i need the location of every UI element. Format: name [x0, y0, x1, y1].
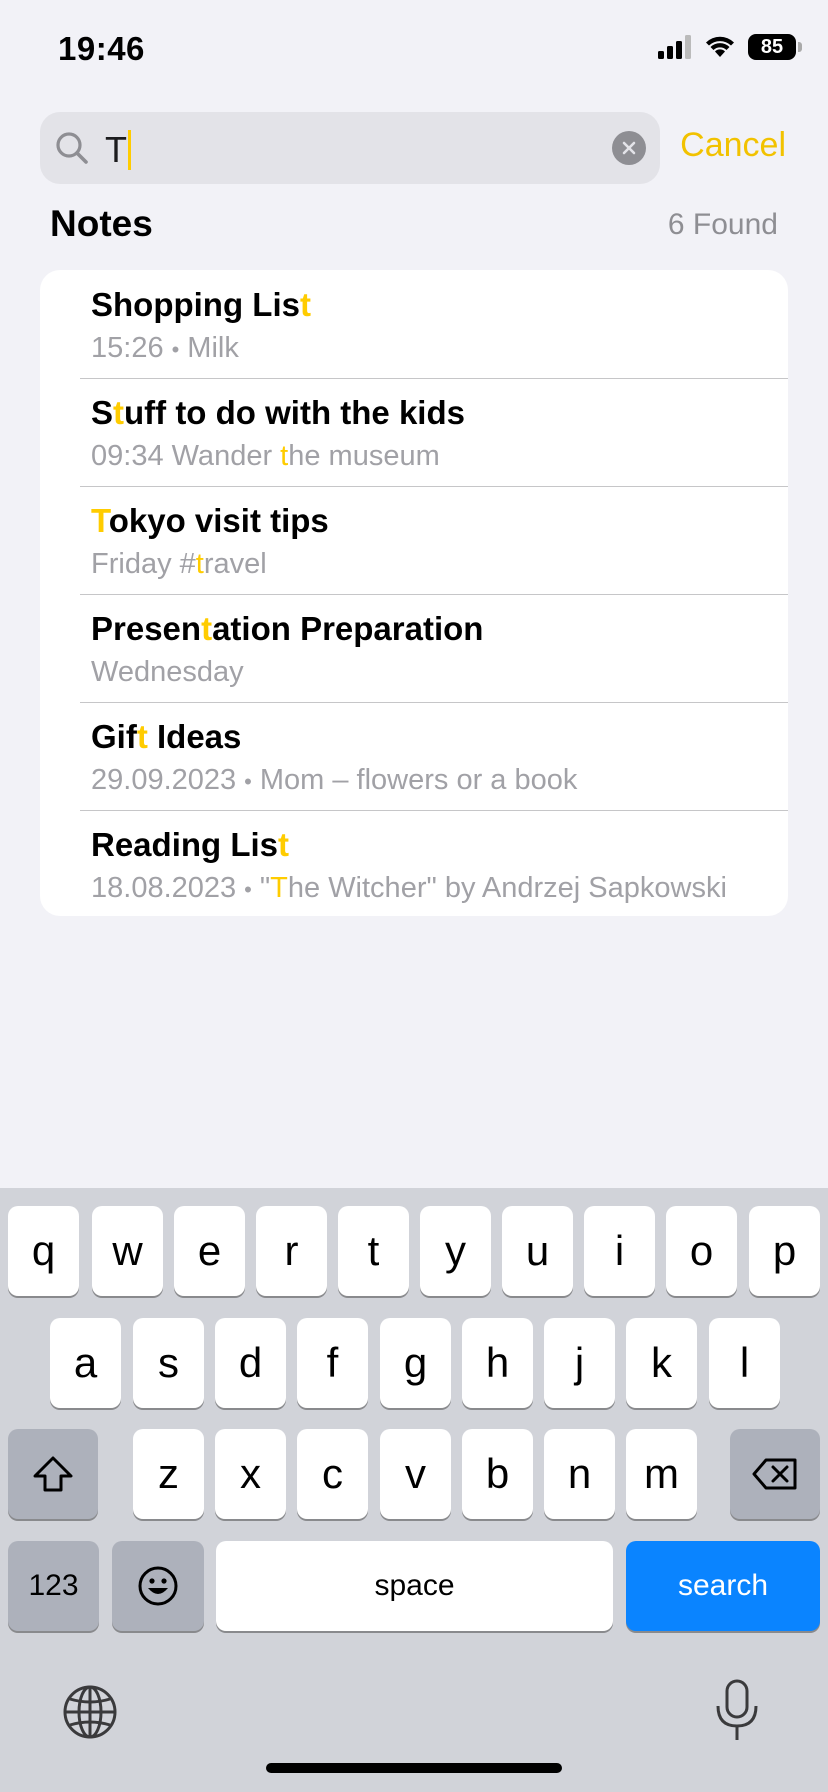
note-title: Shopping List	[91, 286, 311, 323]
search-input[interactable]: T	[40, 112, 660, 184]
note-result-presentation[interactable]: Presentation Preparation Wednesday	[40, 594, 788, 702]
note-result-tokyo-visit[interactable]: Tokyo visit tips Friday #travel	[40, 486, 788, 594]
note-result-gift-ideas[interactable]: Gift Ideas 29.09.2023 • Mom – flowers or a…	[40, 702, 788, 810]
note-result-reading-list[interactable]: Reading List 18.08.2023 • "The Witcher" by…	[40, 810, 788, 916]
key-n[interactable]: n	[544, 1429, 615, 1519]
key-h[interactable]: h	[462, 1318, 533, 1408]
home-indicator[interactable]	[266, 1763, 562, 1773]
note-subtitle: 29.09.2023 • Mom – flowers or a book	[91, 764, 578, 796]
section-title: Notes	[50, 203, 153, 244]
key-p[interactable]: p	[749, 1206, 820, 1296]
cellular-signal-icon	[658, 35, 691, 59]
status-time: 19:46	[58, 30, 145, 67]
note-date: Wednesday	[91, 656, 244, 688]
key-w[interactable]: w	[92, 1206, 163, 1296]
space-key[interactable]: space	[216, 1541, 613, 1631]
search-text: T	[105, 129, 127, 170]
globe-icon[interactable]	[62, 1684, 118, 1740]
key-m[interactable]: m	[626, 1429, 697, 1519]
note-result-shopping-list[interactable]: Shopping List 15:26 • Milk	[40, 270, 788, 378]
note-title: Gift Ideas	[91, 718, 242, 755]
emoji-button[interactable]	[112, 1541, 204, 1631]
note-subtitle: 09:34 Wander the museum	[91, 440, 440, 472]
search-icon	[56, 132, 88, 164]
battery-icon: 85	[748, 34, 802, 60]
search-value: T	[105, 129, 131, 171]
search-key[interactable]: search	[626, 1541, 820, 1631]
key-l[interactable]: l	[709, 1318, 780, 1408]
note-title: Reading List	[91, 826, 290, 863]
key-z[interactable]: z	[133, 1429, 204, 1519]
key-u[interactable]: u	[502, 1206, 573, 1296]
clear-icon	[622, 141, 636, 155]
key-j[interactable]: j	[544, 1318, 615, 1408]
note-title: Tokyo visit tips	[91, 502, 329, 539]
key-b[interactable]: b	[462, 1429, 533, 1519]
key-o[interactable]: o	[666, 1206, 737, 1296]
note-title: Stuff to do with the kids	[91, 394, 465, 431]
note-subtitle: 15:26 • Milk	[91, 332, 239, 364]
note-result-stuff-to-do[interactable]: Stuff to do with the kids 09:34 Wander t…	[40, 378, 788, 486]
found-count: 6 Found	[667, 208, 778, 241]
key-x[interactable]: x	[215, 1429, 286, 1519]
delete-icon	[752, 1458, 797, 1490]
note-date: 29.09.2023	[91, 764, 237, 796]
key-d[interactable]: d	[215, 1318, 286, 1408]
shift-button[interactable]	[8, 1429, 98, 1519]
clear-search-button[interactable]	[612, 131, 646, 165]
status-icons: 85	[658, 34, 802, 60]
keyboard: q w e r t y u i o p a s d f g h j k l z …	[0, 1188, 828, 1792]
note-title: Presentation Preparation	[91, 610, 484, 647]
microphone-icon[interactable]	[712, 1678, 762, 1744]
key-a[interactable]: a	[50, 1318, 121, 1408]
numbers-key[interactable]: 123	[8, 1541, 99, 1631]
note-date: 09:34	[91, 440, 164, 472]
note-subtitle: Wednesday	[91, 656, 244, 689]
text-cursor	[128, 130, 131, 170]
key-c[interactable]: c	[297, 1429, 368, 1519]
key-k[interactable]: k	[626, 1318, 697, 1408]
key-e[interactable]: e	[174, 1206, 245, 1296]
key-f[interactable]: f	[297, 1318, 368, 1408]
key-q[interactable]: q	[8, 1206, 79, 1296]
note-date: Friday	[91, 548, 172, 580]
status-bar: 19:46 85	[0, 0, 828, 100]
key-s[interactable]: s	[133, 1318, 204, 1408]
key-t[interactable]: t	[338, 1206, 409, 1296]
shift-icon	[33, 1456, 73, 1492]
key-v[interactable]: v	[380, 1429, 451, 1519]
search-results-list: Shopping List 15:26 • Milk Stuff to do wit…	[40, 270, 788, 916]
cancel-button[interactable]: Cancel	[680, 126, 786, 165]
battery-level: 85	[760, 35, 784, 58]
note-date: 15:26	[91, 332, 164, 364]
wifi-icon	[706, 36, 734, 57]
emoji-icon	[138, 1566, 178, 1606]
note-subtitle: 18.08.2023 • "The Witcher" by Andrzej Sapk…	[91, 872, 727, 904]
key-g[interactable]: g	[380, 1318, 451, 1408]
key-r[interactable]: r	[256, 1206, 327, 1296]
key-i[interactable]: i	[584, 1206, 655, 1296]
delete-button[interactable]	[730, 1429, 820, 1519]
note-subtitle: Friday #travel	[91, 548, 267, 580]
note-date: 18.08.2023	[91, 872, 237, 904]
key-y[interactable]: y	[420, 1206, 491, 1296]
